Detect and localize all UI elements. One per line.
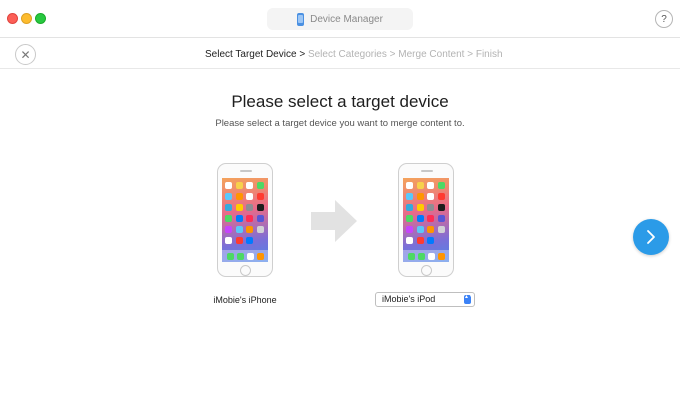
help-button[interactable]: ? <box>655 10 673 28</box>
phone-screen <box>403 178 449 262</box>
phone-icon <box>297 12 305 26</box>
app-grid <box>225 182 265 244</box>
breadcrumb-step-merge-content: Merge Content <box>398 49 465 60</box>
home-button-icon <box>421 265 432 276</box>
window-minimize-button[interactable] <box>21 13 32 24</box>
window-title: Device Manager <box>310 13 383 25</box>
target-device-image <box>398 163 454 277</box>
breadcrumb-step-select-target: Select Target Device <box>205 49 297 60</box>
phone-screen <box>222 178 268 262</box>
title-bar: Device Manager ? <box>0 0 680 38</box>
window-close-button[interactable] <box>7 13 18 24</box>
page-subtitle: Please select a target device you want t… <box>215 118 465 129</box>
target-device-select[interactable]: iMobie's iPod ▲▼ <box>375 292 475 307</box>
next-button[interactable] <box>633 219 669 255</box>
app-grid <box>406 182 446 244</box>
dock <box>403 250 449 262</box>
speaker <box>421 170 433 172</box>
arrow-right-icon <box>311 200 357 242</box>
chevron-right-icon <box>647 230 655 244</box>
step-navbar: ✕ Select Target Device > Select Categori… <box>0 39 680 69</box>
breadcrumb-separator: > <box>467 49 474 60</box>
close-icon: ✕ <box>20 47 31 62</box>
breadcrumb-step-select-categories: Select Categories <box>307 49 387 60</box>
source-device-name: iMobie's iPhone <box>213 295 277 305</box>
breadcrumb-step-finish: Finish <box>475 49 503 60</box>
speaker <box>240 170 252 172</box>
page-title: Please select a target device <box>231 92 449 111</box>
home-button-icon <box>240 265 251 276</box>
select-arrows-icon: ▲▼ <box>464 295 474 304</box>
breadcrumb-separator: > <box>389 49 396 60</box>
target-device-selected: iMobie's iPod <box>382 294 436 304</box>
breadcrumb-separator: > <box>299 49 306 60</box>
close-button[interactable]: ✕ <box>15 44 36 65</box>
source-device-image <box>217 163 273 277</box>
breadcrumb: Select Target Device > Select Categories… <box>205 49 503 60</box>
window-title-pill: Device Manager <box>267 8 413 30</box>
dock <box>222 250 268 262</box>
window-maximize-button[interactable] <box>35 13 46 24</box>
